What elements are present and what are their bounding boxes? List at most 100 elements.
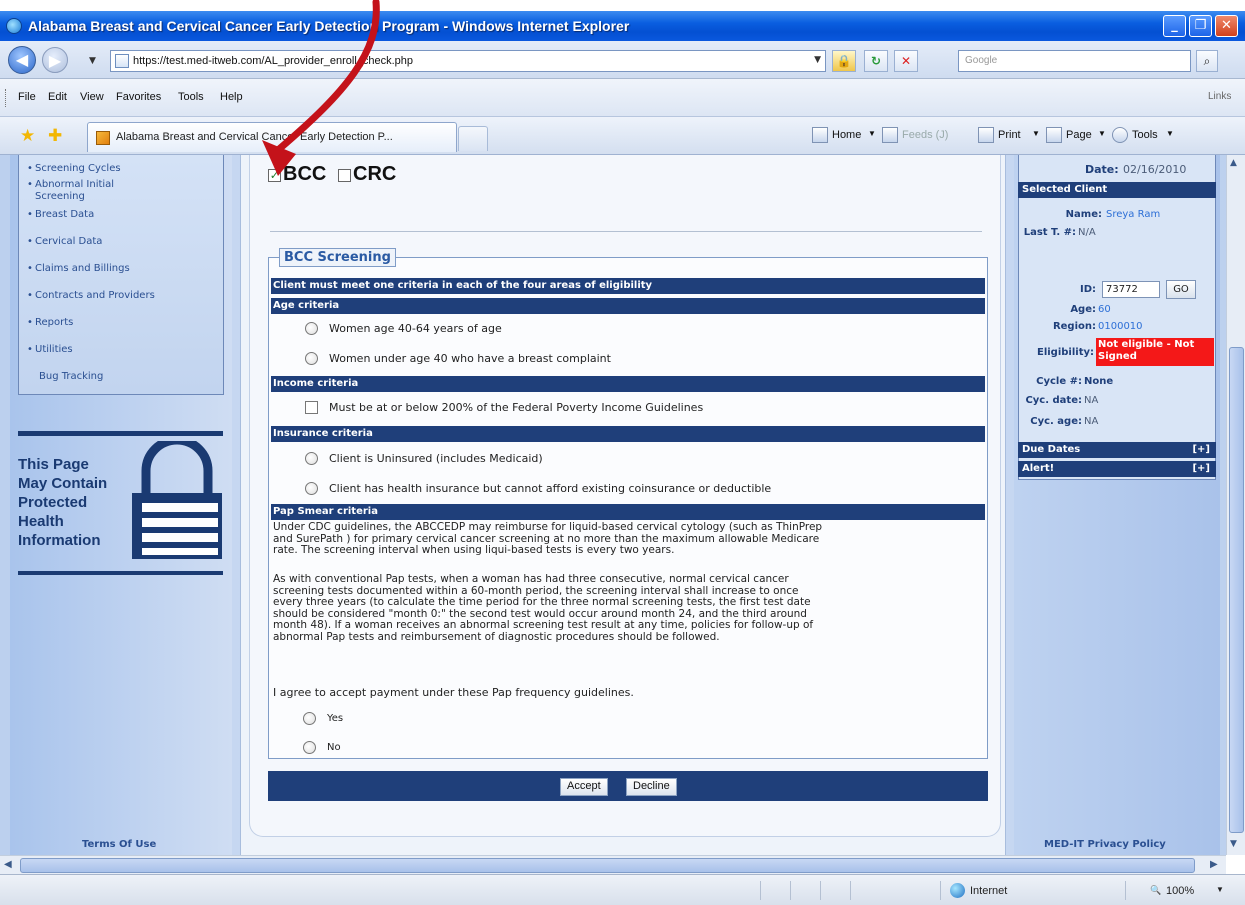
nav-item-reports[interactable]: • Reports xyxy=(27,317,73,328)
uninsured-radio[interactable] xyxy=(305,452,318,465)
main-content: ✓ BCC CRC BCC Screening Client must meet… xyxy=(240,155,1006,855)
nav-item-utilities[interactable]: • Utilities xyxy=(27,344,73,355)
page-dropdown-icon[interactable]: ▼ xyxy=(1098,129,1106,138)
zoom-magnifier-icon[interactable]: 🔍 xyxy=(1150,885,1161,896)
phi-line: Information xyxy=(18,532,101,549)
url-dropdown-icon[interactable]: ▼ xyxy=(814,55,821,65)
go-button[interactable]: GO xyxy=(1166,280,1196,299)
horizontal-scrollbar[interactable]: ◀ ▶ xyxy=(0,855,1226,874)
print-dropdown-icon[interactable]: ▼ xyxy=(1032,129,1040,138)
income-checkbox[interactable] xyxy=(305,401,318,414)
tab-current[interactable]: Alabama Breast and Cervical Cancer Early… xyxy=(87,122,457,152)
zoom-level[interactable]: 100% xyxy=(1166,885,1194,897)
home-icon[interactable] xyxy=(812,127,828,143)
links-toolbar[interactable]: Links xyxy=(1208,91,1231,102)
home-button[interactable]: Home xyxy=(832,129,861,141)
scroll-up-icon[interactable]: ▲ xyxy=(1230,158,1237,168)
tools-gear-icon[interactable] xyxy=(1112,127,1128,143)
feeds-icon[interactable] xyxy=(882,127,898,143)
crc-label: CRC xyxy=(353,163,397,185)
zoom-dropdown-icon[interactable]: ▼ xyxy=(1216,885,1224,894)
internet-zone-globe-icon xyxy=(950,883,965,898)
back-button[interactable]: ◀ xyxy=(8,46,36,74)
horizontal-scroll-thumb[interactable] xyxy=(20,858,1195,873)
menu-view[interactable]: View xyxy=(80,91,104,103)
close-button[interactable]: ✕ xyxy=(1215,15,1238,37)
alert-expand[interactable]: [+] xyxy=(1192,461,1210,477)
left-sidebar: • Screening Cycles • Abnormal Initial Scre… xyxy=(10,155,232,855)
agree-yes-radio[interactable] xyxy=(303,712,316,725)
vertical-scroll-thumb[interactable] xyxy=(1229,347,1244,833)
scroll-down-icon[interactable]: ▼ xyxy=(1230,839,1237,849)
page-menu-button[interactable]: Page xyxy=(1066,129,1092,141)
accept-button[interactable]: Accept xyxy=(560,778,608,796)
phi-line: Protected xyxy=(18,494,88,511)
alert-label: Alert! xyxy=(1022,463,1055,474)
due-dates-header[interactable]: Due Dates [+] xyxy=(1018,442,1216,458)
feeds-button[interactable]: Feeds (J) xyxy=(902,129,948,141)
decline-button[interactable]: Decline xyxy=(626,778,677,796)
underinsured-radio[interactable] xyxy=(305,482,318,495)
cycle-label: Cycle #: xyxy=(1036,376,1082,387)
cycle-age-label: Cyc. age: xyxy=(1030,416,1082,427)
due-dates-expand[interactable]: [+] xyxy=(1192,442,1210,458)
url-field[interactable]: https://test.med-itweb.com/AL_provider_e… xyxy=(110,50,826,72)
forward-button[interactable]: ▶ xyxy=(42,47,68,73)
age-label: Age: xyxy=(1070,304,1096,315)
refresh-icon[interactable]: ↻ xyxy=(864,50,888,72)
new-tab-button[interactable] xyxy=(458,126,488,151)
scroll-left-icon[interactable]: ◀ xyxy=(4,859,12,870)
print-button[interactable]: Print xyxy=(998,129,1021,141)
tools-dropdown-icon[interactable]: ▼ xyxy=(1166,129,1174,138)
search-input[interactable]: Google xyxy=(958,50,1191,72)
nav-item-contracts-providers[interactable]: • Contracts and Providers xyxy=(27,290,155,301)
agree-no-radio[interactable] xyxy=(303,741,316,754)
client-id-input[interactable]: 73772 xyxy=(1102,281,1160,298)
menu-tools[interactable]: Tools xyxy=(178,91,204,103)
printer-icon[interactable] xyxy=(978,127,994,143)
nav-item-abnormal-initial-cont[interactable]: Screening xyxy=(35,191,85,202)
age-40-64-radio[interactable] xyxy=(305,322,318,335)
form-action-bar: Accept Decline xyxy=(268,771,988,801)
menu-favorites[interactable]: Favorites xyxy=(116,91,161,103)
age-under-40-radio[interactable] xyxy=(305,352,318,365)
minimize-button[interactable]: _ xyxy=(1163,15,1186,37)
nav-item-breast-data[interactable]: • Breast Data xyxy=(27,209,94,220)
nav-item-abnormal-initial[interactable]: • Abnormal Initial xyxy=(27,179,114,190)
bcc-screening-legend: BCC Screening xyxy=(279,248,396,267)
alert-header[interactable]: Alert! [+] xyxy=(1018,461,1216,477)
nav-item-bug-tracking[interactable]: Bug Tracking xyxy=(39,371,103,382)
maximize-button[interactable]: ❐ xyxy=(1189,15,1212,37)
bcc-label: BCC xyxy=(283,163,327,185)
stop-icon[interactable]: ✕ xyxy=(894,50,918,72)
crc-checkbox[interactable] xyxy=(338,169,351,182)
add-favorites-icon[interactable]: ✚ xyxy=(48,126,62,146)
tools-menu-button[interactable]: Tools xyxy=(1132,129,1158,141)
home-dropdown-icon[interactable]: ▼ xyxy=(868,129,876,138)
client-name-link[interactable]: Sreya Ram xyxy=(1106,209,1160,220)
bcc-checkbox[interactable]: ✓ xyxy=(268,169,281,182)
eligibility-instructions-bar: Client must meet one criteria in each of… xyxy=(271,278,985,294)
age-under-40-label: Women under age 40 who have a breast com… xyxy=(329,352,611,365)
scroll-right-icon[interactable]: ▶ xyxy=(1210,859,1218,870)
page-menu-icon[interactable] xyxy=(1046,127,1062,143)
cycle-date-label: Cyc. date: xyxy=(1025,395,1082,406)
privacy-policy-link[interactable]: MED-IT Privacy Policy xyxy=(1044,839,1166,850)
phi-line: This Page xyxy=(18,456,89,473)
tab-label: Alabama Breast and Cervical Cancer Early… xyxy=(116,131,393,143)
region-value: 0100010 xyxy=(1098,321,1143,332)
favorites-star-icon[interactable]: ★ xyxy=(20,126,35,146)
phi-divider-top xyxy=(18,431,223,436)
nav-item-cervical-data[interactable]: • Cervical Data xyxy=(27,236,102,247)
menu-file[interactable]: File xyxy=(18,91,36,103)
nav-item-claims-billings[interactable]: • Claims and Billings xyxy=(27,263,130,274)
client-info-box: Date: 02/16/2010 xyxy=(1018,155,1216,480)
terms-of-use-link[interactable]: Terms Of Use xyxy=(82,839,156,850)
lock-icon[interactable]: 🔒 xyxy=(832,50,856,72)
vertical-scrollbar[interactable]: ▲ ▼ xyxy=(1226,155,1245,855)
search-icon[interactable]: ⌕ xyxy=(1196,50,1218,72)
nav-item-screening-cycles[interactable]: • Screening Cycles xyxy=(27,163,121,174)
history-dropdown-icon[interactable]: ▼ xyxy=(89,56,96,66)
menu-edit[interactable]: Edit xyxy=(48,91,67,103)
menu-help[interactable]: Help xyxy=(220,91,243,103)
